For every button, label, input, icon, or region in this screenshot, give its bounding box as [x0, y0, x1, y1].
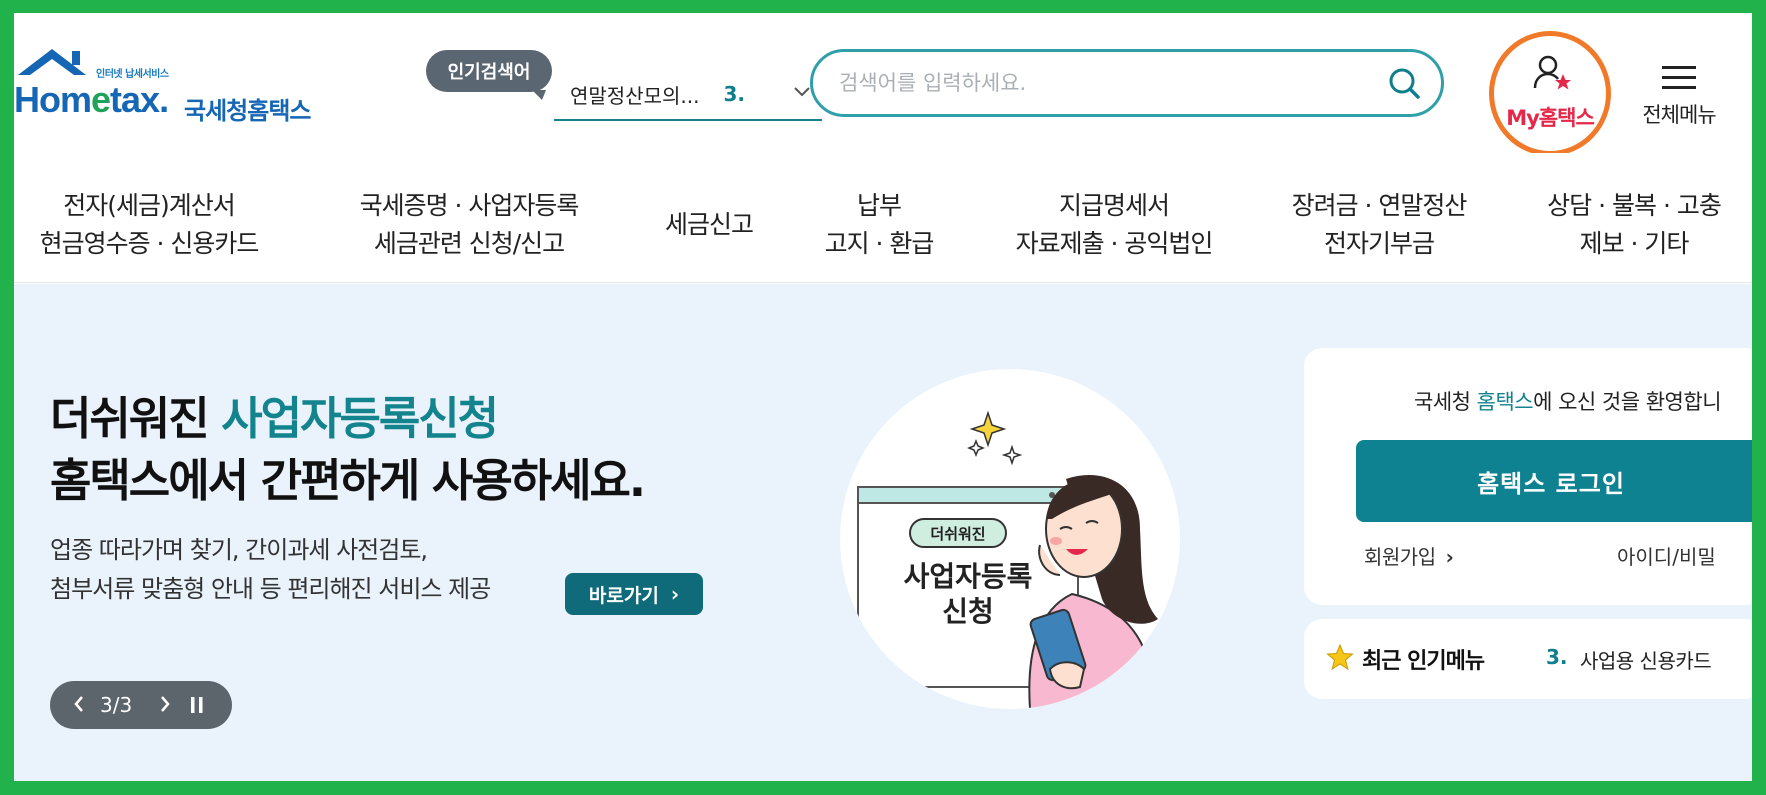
slide-counter: 3/3 [100, 693, 133, 717]
illustration-badge: 더쉬워진 [930, 525, 985, 543]
logo-subtitle: 국세청홈택스 [184, 97, 311, 125]
chevron-down-icon[interactable] [792, 81, 812, 101]
banner-description: 업종 따라가며 찾기, 간이과세 사전검토, [50, 536, 428, 564]
user-star-icon [1533, 55, 1571, 90]
nav-tax-filing[interactable]: 세금신고 [644, 206, 774, 244]
recent-menu-title: 최근 인기메뉴 [1362, 649, 1485, 674]
welcome-text: 국세청 홈택스에 오신 것을 환영합니 [1414, 390, 1722, 414]
chevron-right-icon: › [1445, 545, 1454, 569]
nav-payment[interactable]: 납부 고지 · 환급 [804, 187, 954, 263]
star-icon [1326, 643, 1354, 671]
popular-search-term: 연말정산모의... [570, 83, 700, 108]
nav-payment-statement[interactable]: 지급명세서 자료제출 · 공익법인 [994, 187, 1234, 263]
recent-popular-menu: 최근 인기메뉴 3. 사업용 신용카드 [1304, 619, 1752, 699]
logo-wordmark: Hometax. [14, 79, 169, 120]
popular-search-dropdown[interactable]: 연말정산모의... 3. [554, 69, 822, 121]
full-menu-label: 전체메뉴 [1642, 103, 1716, 127]
illustration-title: 사업자등록 [904, 560, 1033, 593]
popular-search-badge: 인기검색어 [426, 50, 552, 100]
find-id-password-link[interactable]: 아이디/비밀 [1617, 541, 1716, 570]
illustration-title-line2: 신청 [942, 595, 994, 628]
browser-viewport: 인터넷 납세서비스 Hometax. 국세청홈택스 인기검색어 연말정산모의..… [14, 13, 1752, 781]
recent-menu-rank: 3. [1546, 645, 1568, 669]
banner-pager: 3/3 [50, 681, 232, 729]
my-hometax-label: My홈택스 [1506, 106, 1595, 130]
main-navigation: 전자(세금)계산서 현금영수증 · 신용카드 국세증명 · 사업자등록 세금관련 신… [14, 153, 1752, 283]
hamburger-icon [1662, 66, 1696, 89]
login-button[interactable]: 홈택스 로그인 [1356, 440, 1752, 522]
my-hometax-button[interactable]: My홈택스 [1489, 31, 1611, 156]
nav-e-invoice[interactable]: 전자(세금)계산서 현금영수증 · 신용카드 [34, 187, 264, 263]
pause-icon[interactable] [190, 696, 204, 714]
banner-description-line2: 첨부서류 맞춤형 안내 등 편리해진 서비스 제공 [50, 575, 491, 603]
banner-illustration: 더쉬워진 사업자등록 신청 [840, 369, 1180, 709]
search-input[interactable] [839, 71, 1359, 95]
full-menu-button[interactable]: 전체메뉴 [1614, 51, 1744, 131]
nav-certificate-registration[interactable]: 국세증명 · 사업자등록 세금관련 신청/신고 [334, 187, 604, 263]
woman-with-phone-illustration: 더쉬워진 사업자등록 신청 [857, 410, 1158, 709]
prev-slide-icon[interactable] [72, 693, 86, 715]
popular-search-rank: 3. [723, 82, 745, 106]
house-roof-icon [18, 49, 86, 75]
banner-title: 더쉬워진 사업자등록신청 [50, 392, 499, 445]
banner-title-line2: 홈택스에서 간편하게 사용하세요. [50, 454, 646, 507]
search-icon[interactable] [1387, 66, 1421, 100]
hometax-logo[interactable]: 인터넷 납세서비스 Hometax. 국세청홈택스 [14, 47, 324, 137]
nav-counsel-etc[interactable]: 상담 · 불복 · 고충 제보 · 기타 [1524, 187, 1744, 263]
site-header: 인터넷 납세서비스 Hometax. 국세청홈택스 인기검색어 연말정산모의..… [14, 13, 1752, 156]
login-card: 국세청 홈택스에 오신 것을 환영합니 홈택스 로그인 회원가입 › 아이디/비밀 [1304, 348, 1752, 605]
recent-menu-item[interactable]: 사업용 신용카드 [1580, 645, 1712, 674]
next-slide-icon[interactable] [158, 693, 172, 715]
banner-go-button[interactable]: 바로가기 › [565, 573, 703, 615]
main-banner: 더쉬워진 사업자등록신청 홈택스에서 간편하게 사용하세요. 업종 따라가며 찾… [14, 284, 1752, 781]
nav-incentive-year-end[interactable]: 장려금 · 연말정산 전자기부금 [1269, 187, 1489, 263]
logo-tagline: 인터넷 납세서비스 [96, 69, 169, 80]
chevron-right-icon: › [670, 582, 680, 606]
search-box [810, 49, 1444, 117]
sign-up-link[interactable]: 회원가입 › [1364, 541, 1454, 570]
